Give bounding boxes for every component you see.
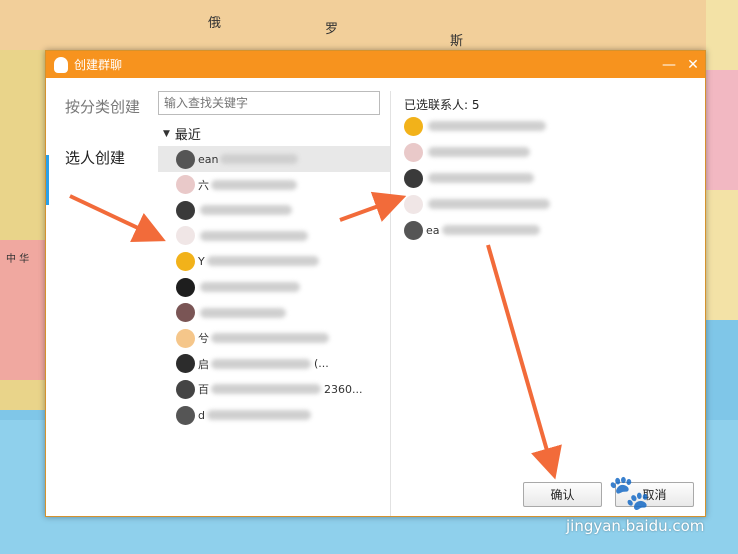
blurred-name: [200, 282, 300, 292]
minimize-button[interactable]: —: [657, 51, 681, 78]
avatar: [176, 328, 195, 348]
avatar: [176, 251, 195, 271]
avatar: [176, 226, 195, 246]
map-label: 罗: [325, 22, 339, 37]
nav-item-select-people[interactable]: 选人创建: [65, 147, 125, 168]
caret-down-icon: ▼: [163, 128, 170, 139]
blurred-name: [206, 410, 311, 420]
close-button[interactable]: ✕: [681, 51, 705, 78]
map-label: 俄: [208, 16, 222, 31]
avatar: [176, 379, 195, 399]
create-mode-nav: 按分类创建 选人创建: [46, 78, 156, 516]
selected-contact-row[interactable]: [404, 165, 694, 191]
contact-name: 兮: [198, 332, 209, 346]
selected-contact-row[interactable]: ea: [404, 217, 694, 243]
panel-divider: [390, 91, 391, 516]
selected-contact-row[interactable]: [404, 191, 694, 217]
selected-count-label: 已选联系人: 5: [404, 98, 480, 112]
selected-contact-row[interactable]: [404, 139, 694, 165]
nav-item-by-category[interactable]: 按分类创建: [65, 96, 140, 117]
contact-row[interactable]: [158, 274, 390, 300]
blurred-name: [200, 205, 292, 216]
contact-name: 六: [198, 178, 209, 192]
avatar: [404, 142, 423, 162]
contact-name-suffix: 2360...: [324, 382, 363, 396]
contact-row[interactable]: 六: [158, 172, 390, 198]
contact-row[interactable]: 兮: [158, 325, 390, 351]
contact-name-suffix: (...: [314, 357, 329, 371]
blurred-name: [211, 384, 321, 395]
contact-row[interactable]: d: [158, 402, 390, 428]
recent-group-label: 最近: [174, 128, 201, 143]
recent-group-header[interactable]: ▼ 最近: [163, 124, 201, 143]
avatar: [176, 175, 195, 195]
contact-name: 百: [198, 383, 209, 397]
blurred-name: [211, 333, 329, 344]
blurred-name: [211, 358, 311, 369]
avatar: [176, 303, 195, 323]
dialog-title: 创建群聊: [74, 58, 123, 72]
map-region-russia: [0, 0, 738, 50]
avatar: [176, 149, 195, 169]
avatar: [176, 277, 195, 297]
blurred-name: [428, 121, 546, 131]
avatar: [404, 168, 423, 188]
contact-row[interactable]: Y: [158, 248, 390, 274]
dialog-titlebar[interactable]: 创建群聊 — ✕: [46, 51, 705, 78]
avatar: [404, 194, 423, 214]
contact-row[interactable]: ean: [158, 146, 390, 172]
map-region-right-pink: [706, 70, 738, 190]
avatar: [404, 116, 423, 136]
blurred-name: [200, 307, 286, 318]
paw-logo-icon: 🐾: [608, 473, 651, 513]
avatar: [404, 220, 423, 240]
blurred-name: [428, 199, 550, 209]
contact-list[interactable]: ean 六 Y 兮启 (... 百 2360... d: [158, 146, 390, 426]
watermark-text: jingyan.baidu.com: [566, 517, 705, 535]
create-group-chat-dialog: 创建群聊 — ✕ 按分类创建 选人创建 ▼ 最近 ean 六 Y 兮启 (... 百 236…: [45, 50, 706, 517]
contact-row[interactable]: 百 2360...: [158, 376, 390, 402]
map-label: 中 华: [6, 254, 30, 265]
blurred-name: [428, 173, 534, 183]
contact-row[interactable]: 启 (...: [158, 351, 390, 377]
contact-name: 启: [198, 357, 209, 371]
contact-name: ean: [198, 152, 219, 166]
baidu-jingyan-watermark: 🐾 jingyan.baidu.com: [560, 473, 730, 543]
contact-row[interactable]: [158, 197, 390, 223]
selected-contact-row[interactable]: [404, 113, 694, 139]
blurred-name: [441, 225, 540, 235]
avatar: [176, 200, 195, 220]
blurred-name: [428, 147, 530, 157]
contact-row[interactable]: [158, 300, 390, 326]
map-label: 斯: [450, 34, 464, 49]
avatar: [176, 354, 195, 374]
blurred-name: [206, 256, 319, 267]
contact-row[interactable]: [158, 223, 390, 249]
contact-name: ea: [426, 223, 440, 237]
qq-penguin-icon: [54, 56, 68, 73]
contact-name: Y: [198, 254, 205, 268]
contact-name: d: [198, 408, 205, 422]
nav-selected-indicator: [46, 155, 49, 205]
blurred-name: [211, 179, 297, 190]
blurred-name: [220, 154, 299, 164]
blurred-name: [200, 230, 308, 241]
avatar: [176, 405, 195, 425]
search-input[interactable]: [158, 91, 380, 115]
